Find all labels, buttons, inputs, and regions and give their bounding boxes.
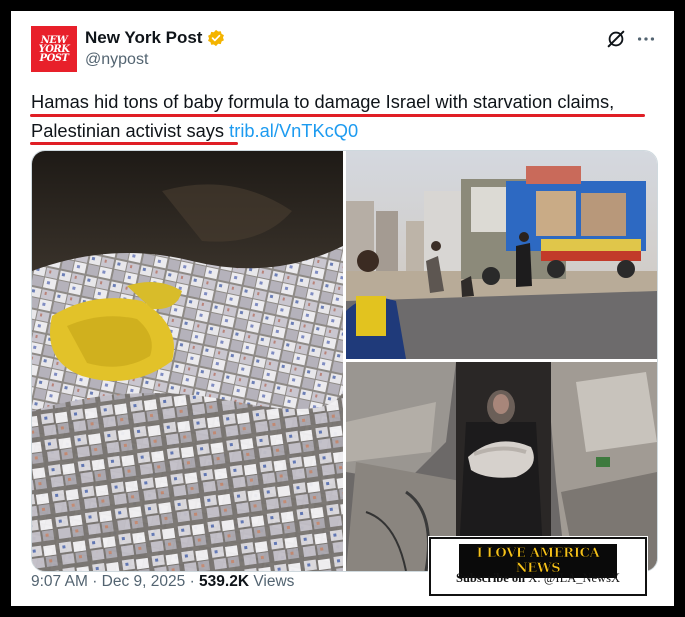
post-time[interactable]: 9:07 AM: [31, 573, 88, 590]
red-underline-1: [30, 114, 645, 117]
avatar-logo-text: NEW YORK POST: [38, 34, 70, 64]
dot-separator: ·: [189, 573, 200, 590]
watermark-subtitle-handle: X: @ILA_NewsX: [528, 571, 620, 585]
media-grid: [31, 150, 658, 572]
watermark-subtitle: Subscribe on X: @ILA_NewsX: [431, 571, 645, 586]
post-link[interactable]: trib.al/VnTKcQ0: [229, 120, 358, 141]
grok-icon[interactable]: [605, 28, 627, 50]
name-row: New York Post: [85, 28, 225, 48]
display-name[interactable]: New York Post: [85, 28, 202, 48]
verified-badge-icon: [208, 29, 225, 47]
baby-formula-pile-image[interactable]: [32, 151, 343, 571]
watermark: I LOVE AMERICA NEWS Subscribe on X: @ILA…: [429, 537, 647, 596]
more-icon[interactable]: [635, 28, 657, 50]
dot-separator: ·: [92, 573, 102, 590]
views-label: Views: [253, 573, 295, 590]
post-card[interactable]: NEW YORK POST New York Post @nypost Hama…: [11, 11, 674, 606]
post-text-line2: Palestinian activist says: [31, 120, 225, 141]
post-text-line1: Hamas hid tons of baby formula to damage…: [31, 91, 615, 112]
red-underline-2: [30, 142, 238, 145]
views-count: 539.2K: [199, 573, 250, 590]
post-date[interactable]: Dec 9, 2025: [102, 573, 186, 590]
post-metadata: 9:07 AM · Dec 9, 2025 · 539.2K Views: [31, 573, 294, 591]
avatar[interactable]: NEW YORK POST: [31, 26, 77, 72]
watermark-subtitle-prefix: Subscribe on: [456, 571, 526, 585]
aid-trucks-image[interactable]: [346, 151, 657, 359]
handle[interactable]: @nypost: [85, 51, 148, 69]
